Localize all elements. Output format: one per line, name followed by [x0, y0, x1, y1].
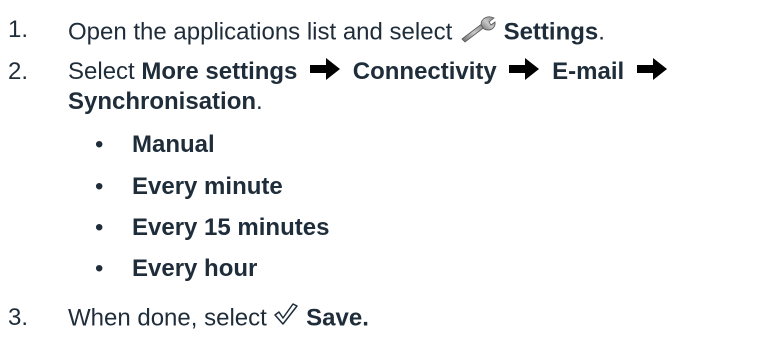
save-label: Save.	[306, 304, 369, 332]
step-number: 3.	[8, 304, 29, 331]
path-synchronisation: Synchronisation	[68, 88, 257, 115]
right-arrow-icon	[310, 57, 341, 88]
step-2: 2. Select More settings Connectivity E-m…	[0, 57, 768, 87]
option-manual: Manual	[132, 131, 215, 158]
step-3: 3. When done, select Save.	[0, 303, 768, 333]
step-text: When done, select Save.	[68, 303, 369, 335]
step-text: Open the applications list and select Se…	[68, 15, 605, 51]
list-item: • Every hour	[95, 255, 258, 282]
right-arrow-icon	[636, 57, 667, 88]
settings-label: Settings	[503, 18, 599, 46]
list-item: • Every minute	[95, 173, 283, 200]
step-2-continued: Synchronisation.	[68, 88, 263, 115]
option-every-15-minutes: Every 15 minutes	[132, 214, 330, 241]
step-1: 1. Open the applications list and select…	[0, 15, 768, 45]
step-text: Select More settings Connectivity E-mail	[68, 57, 673, 88]
step-instruction: Open the applications list and select	[68, 18, 453, 46]
list-item: • Manual	[95, 131, 215, 158]
path-email: E-mail	[552, 58, 625, 85]
option-every-hour: Every hour	[132, 255, 258, 282]
option-every-minute: Every minute	[132, 173, 283, 200]
path-connectivity: Connectivity	[352, 58, 497, 85]
list-item: • Every 15 minutes	[95, 214, 330, 241]
checkmark-icon	[273, 303, 299, 335]
path-more-settings: More settings	[141, 58, 298, 85]
step-number: 2.	[8, 58, 29, 85]
step-number: 1.	[8, 16, 29, 43]
right-arrow-icon	[509, 57, 540, 88]
wrench-icon	[459, 15, 497, 51]
